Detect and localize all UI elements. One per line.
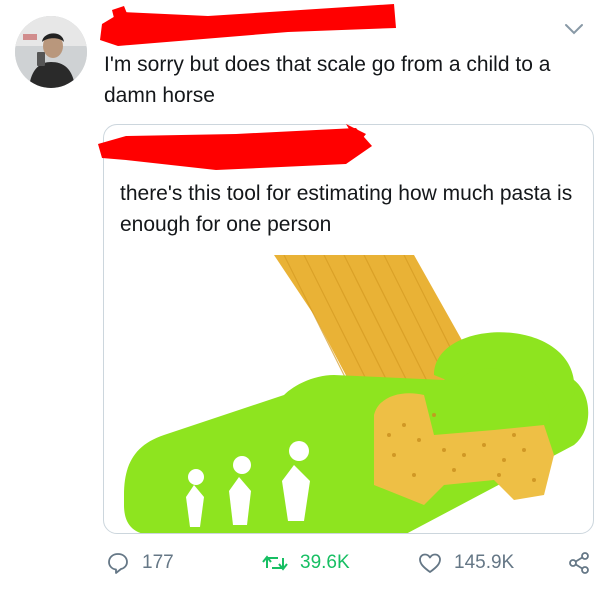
quoted-tweet-card[interactable]: there's this tool for estimating how muc… <box>103 124 594 534</box>
like-button[interactable]: 145.9K <box>418 545 514 581</box>
retweet-button[interactable]: 39.6K <box>262 545 350 581</box>
reply-count: 177 <box>142 552 174 573</box>
tweet-text: I'm sorry but does that scale go from a … <box>104 53 551 107</box>
share-icon <box>569 552 589 574</box>
reply-button[interactable]: 177 <box>106 545 174 581</box>
retweet-icon <box>262 555 288 571</box>
tweet-actions: 177 39.6K 145.9K <box>0 545 610 581</box>
retweet-count: 39.6K <box>300 552 350 573</box>
redacted-author-name <box>100 4 396 46</box>
avatar-photo <box>15 16 87 88</box>
like-icon <box>419 553 441 573</box>
like-count: 145.9K <box>454 552 515 573</box>
share-button[interactable] <box>567 545 591 581</box>
quoted-tweet-image[interactable] <box>104 255 593 533</box>
quoted-tweet-text: there's this tool for estimating how muc… <box>120 182 573 236</box>
reply-icon <box>108 553 128 574</box>
chevron-down-icon[interactable] <box>562 20 586 40</box>
redacted-quoted-author-name <box>98 124 372 170</box>
user-avatar[interactable] <box>15 16 87 88</box>
